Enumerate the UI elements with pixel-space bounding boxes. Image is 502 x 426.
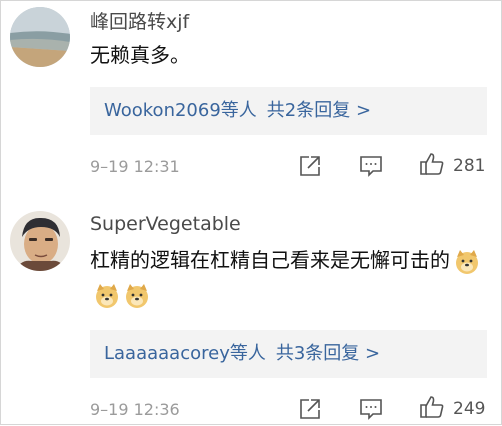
reply-user[interactable]: Laaaaaacorey xyxy=(104,343,230,364)
avatar[interactable] xyxy=(10,211,70,271)
username[interactable]: SuperVegetable xyxy=(90,213,241,235)
timestamp: 9–19 12:31 xyxy=(90,157,180,176)
comment-list: 峰回路转xjf 无赖真多。 Wookon2069等人 共2条回复 > 9–19 1… xyxy=(0,0,502,425)
comment-text-body: 杠精的逻辑在杠精自己看来是无懈可击的 xyxy=(90,248,450,272)
comment-text: 杠精的逻辑在杠精自己看来是无懈可击的 xyxy=(90,243,485,311)
replies-link[interactable]: Wookon2069等人 共2条回复 > xyxy=(90,87,487,135)
share-icon[interactable] xyxy=(297,153,323,179)
thumbs-up-icon[interactable] xyxy=(419,151,445,177)
reply-count[interactable]: 共2条回复 > xyxy=(267,100,371,121)
reply-connector: 等人 xyxy=(229,343,266,364)
doge-emoji xyxy=(94,283,120,309)
doge-emoji xyxy=(124,283,150,309)
thumbs-up-icon[interactable] xyxy=(419,394,445,420)
reply-connector: 等人 xyxy=(220,100,257,121)
comment-text: 无赖真多。 xyxy=(90,43,190,67)
reply-count[interactable]: 共3条回复 > xyxy=(276,343,380,364)
comment-icon[interactable] xyxy=(358,153,384,179)
doge-emoji xyxy=(454,249,480,275)
timestamp: 9–19 12:36 xyxy=(90,400,180,419)
comment-icon[interactable] xyxy=(358,396,384,422)
reply-user[interactable]: Wookon2069 xyxy=(104,100,221,121)
like-count: 249 xyxy=(453,399,486,419)
share-icon[interactable] xyxy=(297,396,323,422)
username[interactable]: 峰回路转xjf xyxy=(90,7,189,34)
like-count: 281 xyxy=(453,156,486,176)
avatar[interactable] xyxy=(10,7,70,67)
replies-link[interactable]: Laaaaaacorey等人 共3条回复 > xyxy=(90,330,487,378)
